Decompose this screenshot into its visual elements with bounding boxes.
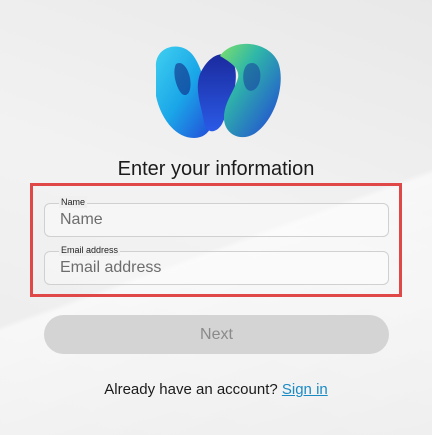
signin-prompt-row: Already have an account? Sign in: [0, 381, 432, 398]
name-field-label: Name: [59, 196, 88, 208]
email-field[interactable]: Email address: [44, 244, 389, 285]
page-title: Enter your information: [117, 158, 315, 180]
webex-logo-icon: [155, 43, 281, 138]
next-button[interactable]: Next: [44, 315, 389, 354]
email-field-label: Email address: [59, 244, 121, 256]
name-field[interactable]: Name: [44, 196, 389, 237]
signin-prompt-text: Already have an account?: [104, 381, 278, 398]
email-input[interactable]: [60, 259, 360, 277]
name-input[interactable]: [60, 211, 360, 229]
signin-link[interactable]: Sign in: [282, 381, 328, 398]
